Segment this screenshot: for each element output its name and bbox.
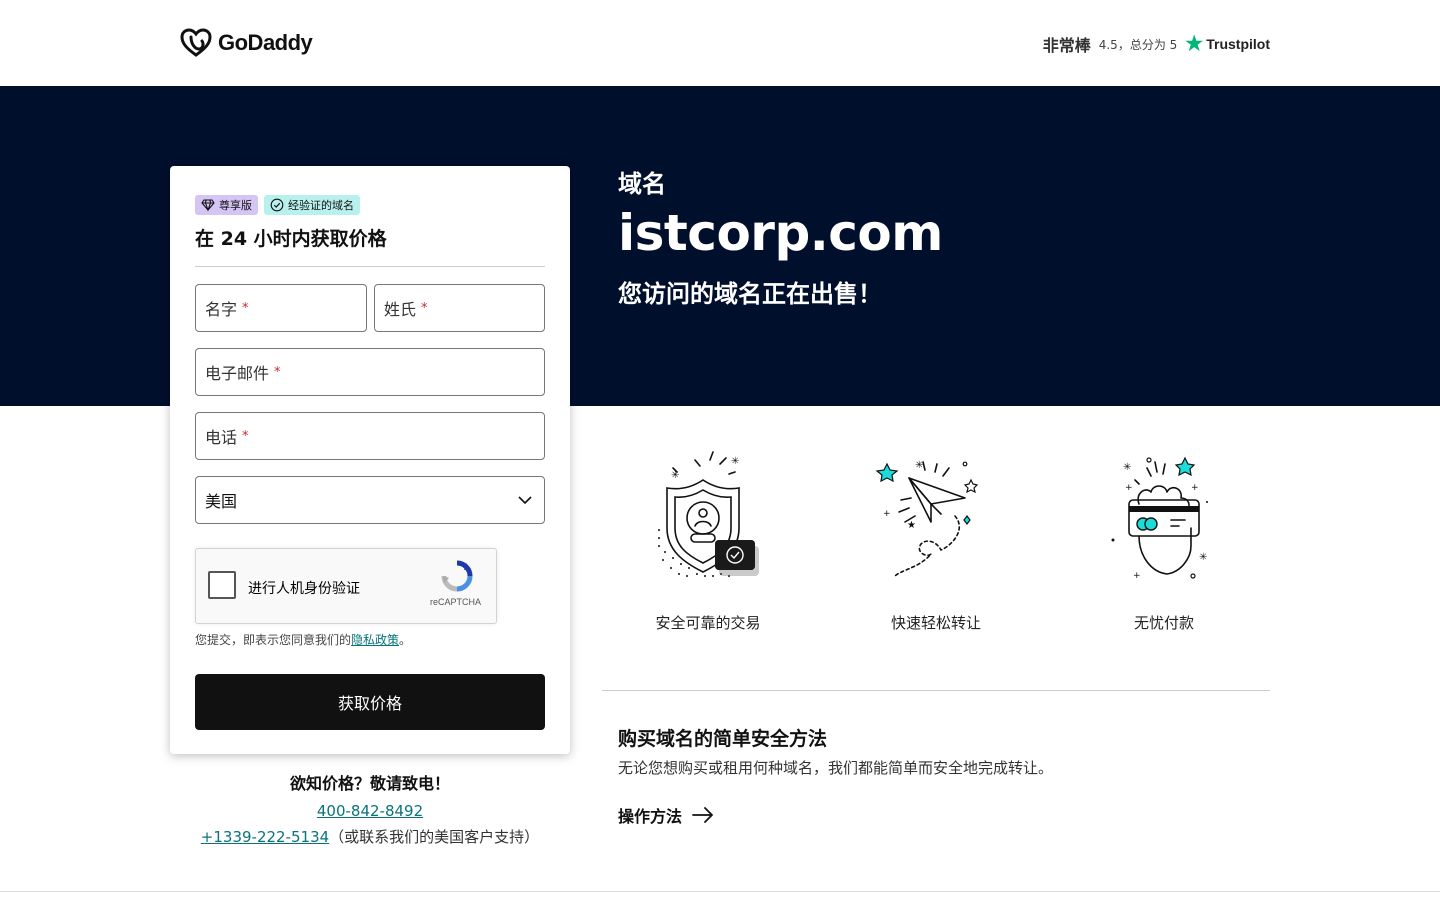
- consent-prefix: 您提交，即表示您同意我们的: [195, 633, 352, 647]
- info-text: 无论您想购买或租用何种域名，我们都能简单而安全地完成转让。: [618, 759, 1054, 777]
- svg-text:+: +: [883, 509, 891, 519]
- arrow-right-icon: [692, 807, 713, 823]
- rating-word: 非常棒: [1042, 36, 1091, 55]
- verified-badge: 经验证的域名: [264, 195, 360, 215]
- required-mark: *: [242, 300, 249, 316]
- hero-subtitle: 您访问的域名正在出售！: [618, 280, 882, 308]
- privacy-policy-link[interactable]: 隐私政策: [351, 633, 399, 647]
- get-price-button[interactable]: 获取价格: [195, 674, 545, 730]
- required-mark: *: [274, 364, 281, 380]
- feature-label: 无忧付款: [1133, 614, 1194, 632]
- intl-contact: +1339-222-5134（或联系我们的美国客户支持）: [170, 826, 570, 847]
- trustpilot-rating[interactable]: 非常棒 4.5，总分为 5 ★ Trustpilot: [1043, 32, 1270, 56]
- diamond-icon: [201, 199, 215, 212]
- how-it-works-link[interactable]: 操作方法: [618, 803, 714, 827]
- svg-text:+: +: [1191, 483, 1199, 493]
- required-mark: *: [242, 428, 249, 444]
- trustpilot-label: Trustpilot: [1206, 36, 1270, 52]
- shield-icon: ✳ ✳: [658, 451, 759, 577]
- intl-phone-link[interactable]: +1339-222-5134: [201, 828, 329, 846]
- svg-text:+: +: [1125, 483, 1133, 493]
- call-section: 欲知价格？敬请致电！ 400-842-8492 +1339-222-5134（或…: [170, 770, 570, 847]
- call-title: 欲知价格？敬请致电！: [289, 774, 450, 793]
- recaptcha-label: 进行人机身份验证: [248, 581, 360, 597]
- feature-label: 安全可靠的交易: [655, 614, 761, 632]
- recaptcha-widget: 进行人机身份验证 reCAPTCHA: [195, 548, 497, 624]
- check-circle-icon: [270, 198, 284, 212]
- country-select[interactable]: 美国: [195, 476, 545, 524]
- verified-badge-label: 经验证的域名: [288, 199, 354, 212]
- feature-secure: ✳ ✳ 安全可靠的交易: [613, 450, 803, 632]
- trustpilot-brand: ★ Trustpilot: [1185, 34, 1270, 54]
- godaddy-logo-icon: [180, 28, 212, 57]
- consent-suffix: 。: [399, 633, 412, 647]
- price-request-form: 尊享版 经验证的域名 在 24 小时内获取价格 名字 * 姓氏 * 电子邮件 * 电话…: [170, 166, 570, 754]
- section-divider: [602, 690, 1270, 691]
- phone-field[interactable]: 电话 *: [195, 412, 545, 460]
- svg-text:★: ★: [907, 520, 916, 531]
- email-field[interactable]: 电子邮件 *: [195, 348, 545, 396]
- godaddy-logo[interactable]: GoDaddy: [180, 28, 313, 58]
- svg-text:✳: ✳: [1123, 462, 1131, 473]
- last-name-field[interactable]: 姓氏 *: [374, 284, 545, 332]
- country-value: 美国: [205, 492, 238, 511]
- intl-note: （或联系我们的美国客户支持）: [329, 828, 540, 846]
- badge-row: 尊享版 经验证的域名: [195, 195, 360, 215]
- premium-badge: 尊享版: [195, 195, 258, 215]
- rating-score: 4.5，总分为 5: [1098, 37, 1178, 52]
- paper-plane-icon: ✳ + ★: [875, 460, 979, 577]
- svg-text:✳: ✳: [671, 470, 679, 481]
- footer-divider: [0, 891, 1440, 892]
- email-placeholder: 电子邮件: [205, 364, 270, 383]
- first-name-placeholder: 名字: [205, 300, 238, 319]
- consent-text: 您提交，即表示您同意我们的隐私政策。: [195, 631, 411, 648]
- feature-transfer: ✳ + ★ 快速轻松转让: [841, 450, 1031, 632]
- credit-card-icon: ✳ ✳ + + +: [1111, 456, 1208, 581]
- form-title: 在 24 小时内获取价格: [195, 228, 387, 250]
- phone-link[interactable]: 400-842-8492: [170, 802, 570, 820]
- first-name-field[interactable]: 名字 *: [195, 284, 367, 332]
- svg-text:+: +: [1133, 571, 1141, 581]
- how-it-works-label: 操作方法: [618, 807, 683, 826]
- trustpilot-star-icon: ★: [1185, 33, 1204, 55]
- info-title: 购买域名的简单安全方法: [618, 728, 828, 750]
- premium-badge-label: 尊享版: [219, 199, 252, 212]
- chevron-down-icon: [518, 495, 532, 504]
- svg-text:✳: ✳: [915, 460, 923, 471]
- svg-text:✳: ✳: [1199, 552, 1207, 563]
- recaptcha-checkbox[interactable]: [208, 571, 236, 599]
- required-mark: *: [421, 300, 428, 316]
- recaptcha-brand: reCAPTCHA: [430, 597, 482, 607]
- top-bar: GoDaddy 非常棒 4.5，总分为 5 ★ Trustpilot: [0, 0, 1440, 86]
- logo-wordmark: GoDaddy: [218, 30, 313, 55]
- form-divider: [195, 266, 545, 267]
- last-name-placeholder: 姓氏: [384, 300, 417, 319]
- hero-label: 域名: [618, 170, 666, 198]
- feature-payment: ✳ ✳ + + + 无忧付款: [1069, 450, 1259, 632]
- recaptcha-icon: [441, 560, 473, 592]
- domain-name: istcorp.com: [618, 204, 943, 262]
- svg-text:✳: ✳: [731, 456, 739, 467]
- phone-placeholder: 电话: [205, 428, 238, 447]
- feature-label: 快速轻松转让: [890, 614, 981, 632]
